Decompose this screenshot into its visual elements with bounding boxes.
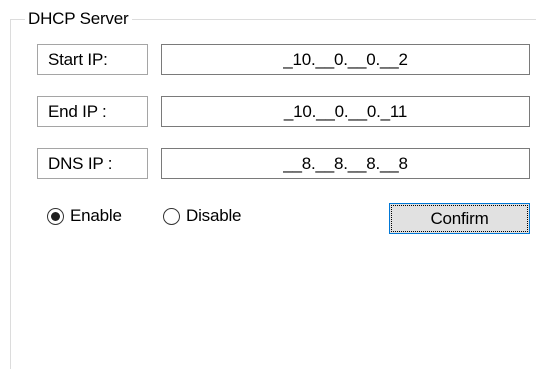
start-ip-input[interactable]: _10.__0.__0.__2 <box>161 44 530 75</box>
radio-unchecked-icon <box>163 207 180 225</box>
radio-dot <box>51 211 60 221</box>
confirm-button[interactable]: Confirm <box>389 203 530 234</box>
groupbox-title: DHCP Server <box>25 9 133 29</box>
dns-ip-label: DNS IP : <box>37 148 148 179</box>
end-ip-label: End IP : <box>37 96 148 127</box>
enable-radio[interactable]: Enable <box>47 206 122 226</box>
disable-radio[interactable]: Disable <box>163 206 241 226</box>
enable-radio-label: Enable <box>70 206 122 225</box>
start-ip-label: Start IP: <box>37 44 148 75</box>
confirm-button-label: Confirm <box>391 205 528 232</box>
radio-checked-icon <box>47 207 64 225</box>
end-ip-input[interactable]: _10.__0.__0._11 <box>161 96 530 127</box>
disable-radio-label: Disable <box>186 206 242 225</box>
dhcp-server-panel: DHCP Server Start IP: _10.__0.__0.__2 En… <box>0 0 536 369</box>
dns-ip-input[interactable]: __8.__8.__8.__8 <box>161 148 530 179</box>
